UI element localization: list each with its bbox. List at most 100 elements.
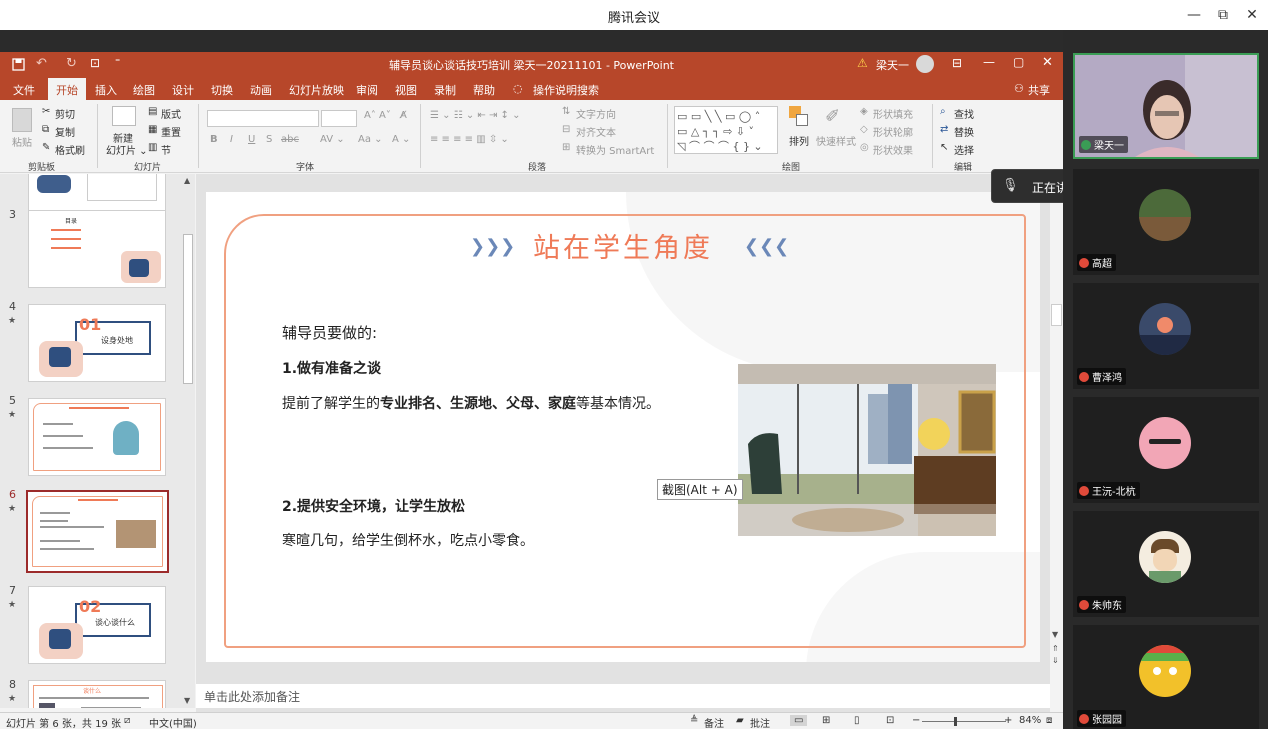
accessibility-icon[interactable]: ⧄: [124, 715, 130, 726]
next-slide-icon[interactable]: ⇓: [1052, 656, 1059, 665]
reading-view-icon[interactable]: ▯: [854, 715, 860, 726]
smartart-button[interactable]: 转换为 SmartArt: [576, 142, 654, 157]
thumbnail-slide-7[interactable]: 02 谈心谈什么: [28, 586, 166, 664]
normal-view-icon[interactable]: ▭: [790, 715, 808, 726]
maximize-button[interactable]: ⧉: [1212, 5, 1234, 25]
quick-styles-button[interactable]: 快速样式: [816, 133, 856, 148]
fit-slide-icon[interactable]: ⧈: [1046, 715, 1052, 726]
tab-animations[interactable]: 动画: [250, 82, 272, 98]
zoom-level[interactable]: 84%: [1019, 715, 1041, 726]
shape-effects-button[interactable]: 形状效果: [873, 142, 913, 157]
italic-button[interactable]: I: [230, 134, 233, 145]
participant-tile[interactable]: 王沅-北杭: [1073, 397, 1259, 503]
shape-fill-button[interactable]: 形状填充: [873, 106, 913, 121]
strikethrough-button[interactable]: abc: [281, 134, 299, 145]
participant-tile-active-speaker[interactable]: 梁天一: [1073, 53, 1259, 159]
new-slide-label[interactable]: 幻灯片 ⌄: [106, 142, 148, 157]
paste-icon[interactable]: [12, 108, 32, 132]
layout-button[interactable]: 版式: [161, 106, 181, 121]
slide-canvas[interactable]: ❯❯❯ 站在学生角度 ❮❮❮ 辅导员要做的: 1.做有准备之谈 提前了解学生的专…: [206, 192, 1040, 662]
reset-button[interactable]: 重置: [161, 124, 181, 139]
increase-font-icon[interactable]: A˄ A˅: [364, 110, 391, 121]
select-button[interactable]: 选择: [954, 142, 974, 157]
align-icon[interactable]: ≡ ≡ ≡ ≡ ▥ ⇳ ⌄: [430, 134, 509, 145]
font-color-icon[interactable]: A ⌄: [392, 134, 410, 145]
tab-design[interactable]: 设计: [172, 82, 194, 98]
tab-slideshow[interactable]: 幻灯片放映: [289, 82, 344, 98]
scroll-down-icon[interactable]: ▼: [1052, 630, 1058, 639]
user-name[interactable]: 梁天一: [876, 57, 909, 73]
text-direction-button[interactable]: 文字方向: [576, 106, 616, 121]
participant-tile[interactable]: 高超: [1073, 169, 1259, 275]
thumbnail-slide-4[interactable]: 01 设身处地: [28, 304, 166, 382]
thumbnail-slide-2[interactable]: [28, 174, 166, 212]
thumbnail-slide-3[interactable]: 目录: [28, 210, 166, 288]
slide-scrollbar[interactable]: ▼ ⇑ ⇓: [1050, 174, 1063, 713]
format-painter-button[interactable]: 格式刷: [55, 142, 85, 157]
find-button[interactable]: 查找: [954, 106, 974, 121]
copy-button[interactable]: 复制: [55, 124, 75, 139]
participant-tile[interactable]: 曹泽鸿: [1073, 283, 1259, 389]
zoom-slider-thumb[interactable]: [954, 717, 957, 726]
avatar: [1139, 417, 1191, 469]
font-size-input[interactable]: [321, 110, 357, 127]
slide-scroll-thumb[interactable]: [1051, 304, 1062, 326]
tab-draw[interactable]: 绘图: [133, 82, 155, 98]
zoom-in-button[interactable]: +: [1004, 715, 1012, 726]
thumbnail-slide-8[interactable]: 谈什么: [28, 680, 166, 708]
language-status[interactable]: 中文(中国): [149, 715, 197, 729]
tab-view[interactable]: 视图: [395, 82, 417, 98]
ppt-restore-button[interactable]: ▢: [1013, 55, 1024, 69]
clear-format-icon[interactable]: A̸: [400, 110, 407, 121]
tab-record[interactable]: 录制: [434, 82, 456, 98]
minimize-button[interactable]: —: [1183, 5, 1205, 25]
prev-slide-icon[interactable]: ⇑: [1052, 644, 1059, 653]
scroll-down-icon[interactable]: ▼: [184, 696, 190, 705]
replace-button[interactable]: 替换: [954, 124, 974, 139]
bold-button[interactable]: B: [210, 134, 218, 145]
section-button[interactable]: 节: [161, 142, 171, 157]
thumbnail-slide-5[interactable]: [28, 398, 166, 476]
new-slide-icon[interactable]: [112, 106, 136, 126]
align-text-button[interactable]: 对齐文本: [576, 124, 616, 139]
ppt-close-button[interactable]: ✕: [1042, 55, 1053, 70]
zoom-slider[interactable]: [922, 721, 1006, 722]
participant-tile[interactable]: 朱帅东: [1073, 511, 1259, 617]
notes-pane[interactable]: 单击此处添加备注: [196, 684, 1050, 708]
bullets-icon[interactable]: ☰ ⌄ ☷ ⌄ ⇤ ⇥ ↕ ⌄: [430, 110, 520, 121]
user-avatar[interactable]: [916, 55, 934, 73]
tab-file[interactable]: 文件: [13, 82, 35, 98]
notes-toggle-button[interactable]: 备注: [704, 715, 724, 729]
ppt-minimize-button[interactable]: —: [983, 55, 995, 69]
close-button[interactable]: ✕: [1241, 5, 1263, 25]
zoom-out-button[interactable]: −: [912, 715, 920, 726]
shapes-gallery[interactable]: ▭ ▭ ╲ ╲ ▭ ◯ ˄ ▭ △ ┐ ┐ ⇨ ⇩ ˅ ◹ ⌒ ⌒ ⌒ { } ⌄: [674, 106, 778, 154]
change-case-icon[interactable]: Aa ⌄: [358, 134, 383, 145]
arrange-button[interactable]: 排列: [789, 133, 809, 148]
font-name-input[interactable]: [207, 110, 319, 127]
thumbnail-slide-6-selected[interactable]: [26, 490, 169, 573]
paste-button[interactable]: 粘贴: [12, 134, 32, 149]
tab-transitions[interactable]: 切换: [211, 82, 233, 98]
slideshow-view-icon[interactable]: ⊡: [886, 715, 894, 726]
share-button[interactable]: 共享: [1028, 82, 1050, 98]
tab-home[interactable]: 开始: [48, 78, 86, 100]
arrange-icon[interactable]: [789, 106, 809, 128]
shape-outline-button[interactable]: 形状轮廓: [873, 124, 913, 139]
underline-button[interactable]: U: [248, 134, 255, 145]
comments-toggle-button[interactable]: 批注: [750, 715, 770, 729]
tell-me-search[interactable]: 操作说明搜索: [533, 82, 599, 98]
cut-button[interactable]: 剪切: [55, 106, 75, 121]
participant-tile[interactable]: 张园园: [1073, 625, 1259, 729]
thumbnail-scroll-thumb[interactable]: [183, 234, 193, 384]
tab-help[interactable]: 帮助: [473, 82, 495, 98]
ribbon-display-icon[interactable]: ⊟: [952, 56, 962, 70]
tab-insert[interactable]: 插入: [95, 82, 117, 98]
thumbnail-scrollbar[interactable]: ▲ ▼: [181, 174, 195, 708]
scroll-up-icon[interactable]: ▲: [184, 176, 190, 185]
quick-styles-icon[interactable]: ✐: [825, 106, 840, 127]
shadow-button[interactable]: S: [266, 134, 272, 145]
char-spacing-icon[interactable]: AV ⌄: [320, 134, 345, 145]
slide-sorter-icon[interactable]: ⊞: [822, 715, 830, 726]
tab-review[interactable]: 审阅: [356, 82, 378, 98]
